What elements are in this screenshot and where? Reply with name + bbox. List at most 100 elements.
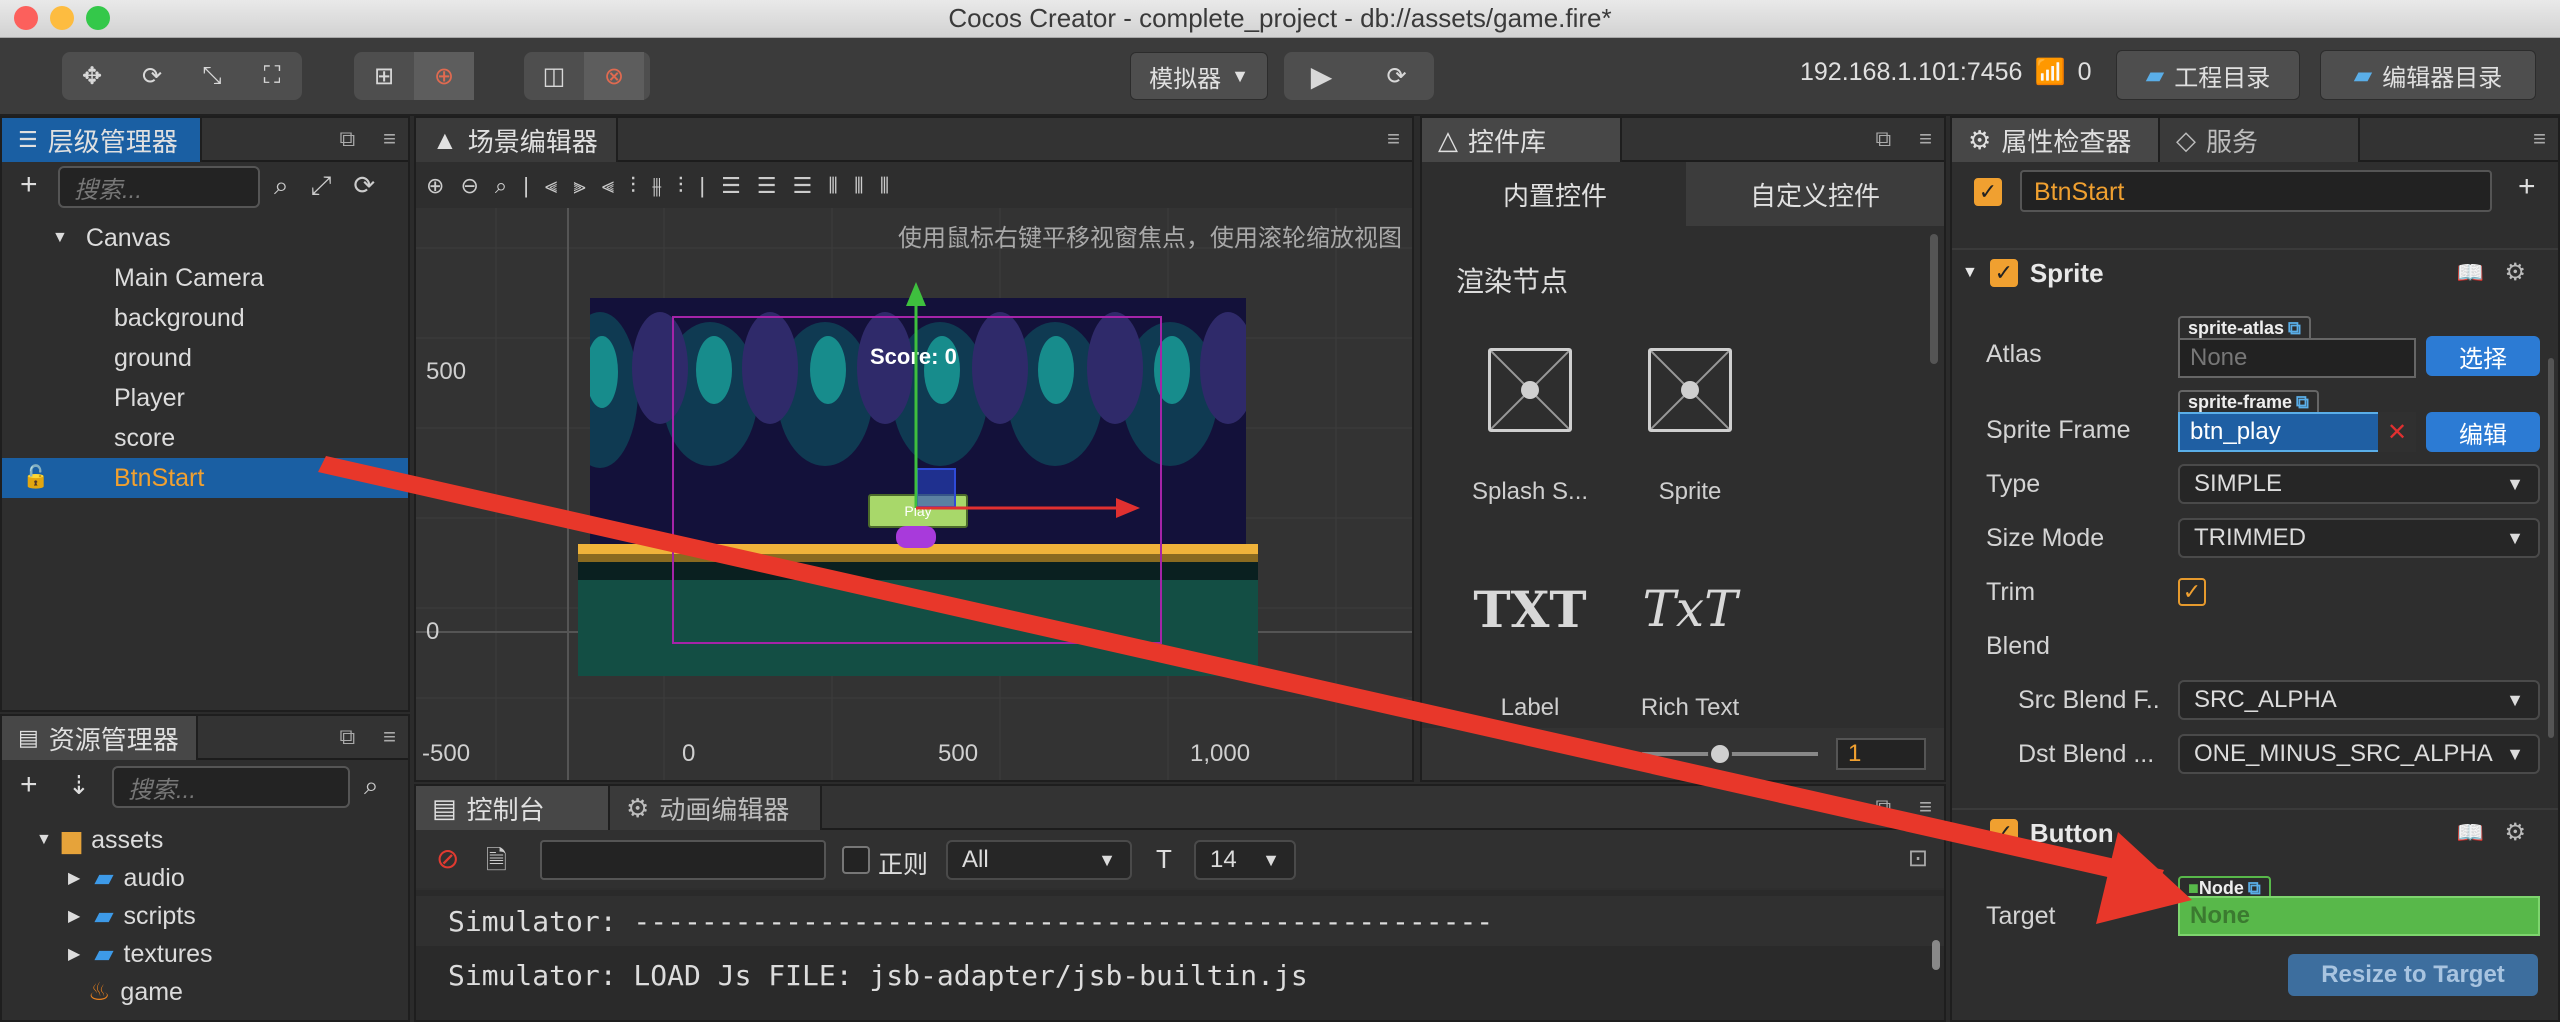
sprite-component-header[interactable]: ▼ ✓ Sprite 📖 ⚙ [1952,248,2558,296]
sprite-frame-field[interactable]: btn_play ✕ [2178,412,2416,452]
tab-services[interactable]: ◇ 服务 [2160,118,2360,162]
project-dir-button[interactable]: ▰ 工程目录 [2116,50,2300,100]
clear-field-icon[interactable]: ✕ [2378,412,2416,452]
console-filter-input[interactable] [540,840,826,880]
tree-item-scripts[interactable]: ▶ ▰ scripts [2,896,408,936]
widget-rich-text[interactable]: TxT Rich Text [1610,570,1770,750]
tab-hierarchy[interactable]: ☰ 层级管理器 [2,118,202,162]
add-asset-icon[interactable]: + [20,768,38,802]
tab-inspector[interactable]: ⚙ 属性检查器 [1952,118,2160,162]
search-icon[interactable]: ⌕ [274,170,289,202]
trim-checkbox[interactable]: ✓ [2178,578,2206,606]
atlas-select-button[interactable]: 选择 [2426,336,2540,376]
tree-item-audio[interactable]: ▶ ▰ audio [2,858,408,898]
external-link-icon[interactable]: ⧉ [2296,392,2309,412]
zoom-value-input[interactable]: 1 [1836,738,1926,770]
move-tool-icon[interactable]: ✥ [62,52,122,100]
sprite-enabled-checkbox[interactable]: ✓ [1989,259,2018,287]
zoom-slider-handle[interactable] [1708,742,1732,766]
align-right-icon[interactable]: ⫷ [602,173,614,199]
popout-icon[interactable]: ⧉ [339,724,355,750]
tab-console[interactable]: ▤ 控制台 [416,786,610,830]
expand-icon[interactable]: ⤢ [311,170,332,202]
node-active-checkbox[interactable]: ✓ [1974,178,2002,206]
button-enabled-checkbox[interactable]: ✓ [1989,819,2018,847]
align-left-icon[interactable]: ⫷ [545,173,557,199]
tree-item-textures[interactable]: ▶ ▰ textures [2,934,408,974]
align-vcenter-icon[interactable]: ⫵ [652,173,662,199]
widget-splash-sprite[interactable]: Splash S... [1450,338,1610,518]
local-global-icon[interactable]: ⊕ [414,52,474,100]
tree-item-assets[interactable]: ▼ ▆ assets [2,820,408,860]
simulator-dropdown[interactable]: 模拟器 ▼ [1130,52,1268,100]
tab-widgets[interactable]: △ 控件库 [1422,118,1622,162]
zoom-out-icon[interactable]: ⊖ [460,173,478,199]
distribute-vcenter-icon[interactable]: ☰ [757,173,777,199]
tree-item-canvas[interactable]: ▼ Canvas [2,218,408,258]
scene-viewport[interactable]: 使用鼠标右键平移视窗焦点，使用滚轮缩放视图 500 0 -500 0 500 1… [416,208,1412,780]
size-mode-dropdown[interactable]: TRIMMED ▼ [2178,518,2540,558]
src-blend-dropdown[interactable]: SRC_ALPHA ▼ [2178,680,2540,720]
align-bottom-icon[interactable]: ⫶ [678,173,684,199]
atlas-field[interactable]: None [2178,338,2416,378]
tree-item-main-camera[interactable]: Main Camera [2,258,408,298]
settings-gear-icon[interactable]: ⚙ [2504,818,2526,847]
distribute-hcenter-icon[interactable]: ⦀ [854,173,864,199]
distribute-left-icon[interactable]: ⦀ [828,173,838,199]
tree-item-score[interactable]: score [2,418,408,458]
target-node-field[interactable]: None [2178,896,2540,936]
widget-label-item[interactable]: TXT Label [1450,570,1610,750]
tab-scene[interactable]: ▲ 场景编辑器 [416,118,618,162]
distribute-right-icon[interactable]: ⦀ [880,173,890,199]
menu-icon[interactable]: ≡ [1387,126,1400,152]
popout-icon[interactable]: ⧉ [1875,794,1891,820]
search-icon[interactable]: ⌕ [364,770,379,802]
align-hcenter-icon[interactable]: ⫸ [573,173,585,199]
menu-icon[interactable]: ≡ [1919,126,1932,152]
menu-icon[interactable]: ≡ [1919,794,1932,820]
add-component-icon[interactable]: + [2518,170,2536,204]
widget-sprite[interactable]: Sprite [1610,338,1770,518]
clear-console-icon[interactable]: ⊘ [436,842,459,875]
popout-icon[interactable]: ⧉ [339,126,355,152]
scale-tool-icon[interactable]: ⤡ [182,52,242,100]
zoom-reset-icon[interactable]: ⌕ [495,173,507,199]
font-size-dropdown[interactable]: 14 ▼ [1194,840,1296,880]
sort-icon[interactable]: ⇣ [68,770,90,801]
sprite-frame-edit-button[interactable]: 编辑 [2426,412,2540,452]
grid-icon[interactable]: ⊗ [584,52,644,100]
canvas-icon[interactable]: ◫ [524,52,584,100]
add-node-icon[interactable]: + [20,168,38,202]
play-icon[interactable]: ▶ [1284,52,1359,100]
node-name-input[interactable]: BtnStart [2020,170,2492,212]
type-dropdown[interactable]: SIMPLE ▼ [2178,464,2540,504]
widget-scrollbar[interactable] [1930,234,1938,364]
docs-icon[interactable]: 📖 [2457,820,2484,846]
docs-icon[interactable]: 📖 [2457,260,2484,286]
tab-animation-editor[interactable]: ⚙ 动画编辑器 [610,786,822,830]
menu-icon[interactable]: ≡ [383,724,396,750]
tree-item-background[interactable]: background [2,298,408,338]
move-gizmo[interactable] [416,208,1412,780]
console-scrollbar[interactable] [1932,940,1940,970]
button-component-header[interactable]: ▼ ✓ Button 📖 ⚙ [1952,808,2558,856]
collapse-icon[interactable]: ⊡ [1908,844,1928,873]
tree-item-game[interactable]: ♨ game [2,972,408,1012]
hierarchy-search-input[interactable]: 搜索... [58,166,260,208]
popout-icon[interactable]: ⧉ [1875,126,1891,152]
tab-custom-widgets[interactable]: 自定义控件 [1686,162,1944,226]
tree-item-btnstart[interactable]: 🔓 BtnStart [2,458,408,498]
zoom-in-icon[interactable]: ⊕ [426,173,444,199]
tab-assets[interactable]: ▤ 资源管理器 [2,716,198,760]
pivot-icon[interactable]: ⊞ [354,52,414,100]
align-top-icon[interactable]: ⫶ [630,173,636,199]
refresh-icon[interactable]: ⟳ [353,170,375,202]
refresh-icon[interactable]: ⟳ [1359,52,1434,100]
menu-icon[interactable]: ≡ [2533,126,2546,152]
regex-checkbox[interactable] [842,846,870,874]
external-link-icon[interactable]: ⧉ [2288,318,2301,338]
assets-search-input[interactable]: 搜索... [112,766,350,808]
editor-dir-button[interactable]: ▰ 编辑器目录 [2320,50,2536,100]
tree-item-player[interactable]: Player [2,378,408,418]
rect-tool-icon[interactable]: ⛶ [242,52,302,100]
